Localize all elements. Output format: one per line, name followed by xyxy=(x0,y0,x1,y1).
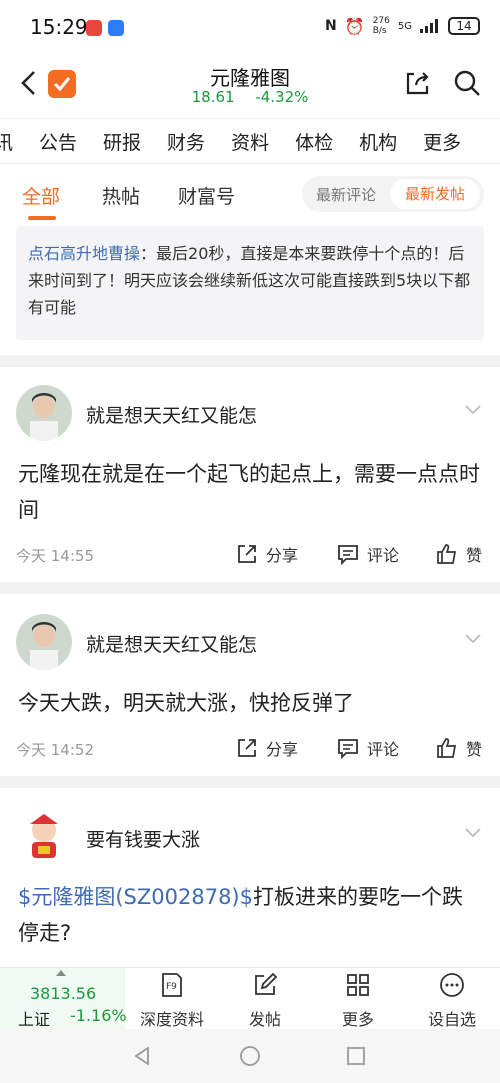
avatar[interactable] xyxy=(16,385,72,441)
system-nav-bar xyxy=(0,1029,500,1083)
nav-f10-data[interactable]: F9 深度资料 xyxy=(132,972,212,1030)
nfc-icon: N xyxy=(325,18,337,34)
app-notification-icon xyxy=(108,20,124,36)
comment-button[interactable]: 评论 xyxy=(337,736,399,760)
divider xyxy=(0,776,500,788)
nav-label: 深度资料 xyxy=(139,1010,204,1029)
tab-institutions[interactable]: 机构 xyxy=(359,128,397,155)
index-change: -1.16% xyxy=(70,1006,127,1025)
chevron-down-icon[interactable] xyxy=(464,404,482,416)
f9-badge: F9 xyxy=(166,982,177,992)
status-bar: 15:29 N ⏰ 276 B/s 5G 14 xyxy=(0,0,500,56)
comment-icon xyxy=(338,545,358,565)
battery-icon: 14 xyxy=(448,17,480,35)
tab-announcements[interactable]: 公告 xyxy=(39,128,77,155)
username[interactable]: 就是想天天红又能怎 xyxy=(86,401,257,428)
stock-change: -4.32% xyxy=(255,88,309,106)
index-ticker[interactable]: 3813.56 上证 -1.16% xyxy=(0,968,127,1030)
share-icon[interactable] xyxy=(402,68,432,98)
search-icon[interactable] xyxy=(452,68,482,98)
tab-checkup[interactable]: 体检 xyxy=(295,128,333,155)
username[interactable]: 就是想天天红又能怎 xyxy=(86,630,257,657)
recents-square-icon[interactable] xyxy=(346,1046,366,1066)
quoted-comment[interactable]: 点石高升地曹操：最后20秒，直接是本来要跌停十个点的！后来时间到了！明天应该会继… xyxy=(16,226,484,340)
nav-more[interactable]: 更多 xyxy=(318,972,398,1030)
nav-label: 更多 xyxy=(341,1010,374,1029)
sort-latest-comment[interactable]: 最新评论 xyxy=(316,184,376,205)
comment-label: 评论 xyxy=(367,740,400,759)
comment-icon xyxy=(338,739,358,759)
chevron-down-icon[interactable] xyxy=(464,827,482,839)
stock-price: 18.61 xyxy=(191,88,235,106)
nav-label: 设自选 xyxy=(427,1010,476,1029)
tab-profile[interactable]: 资料 xyxy=(231,128,269,155)
active-tab-indicator xyxy=(28,216,56,220)
network-label: 5G xyxy=(397,20,412,32)
post-content[interactable]: $元隆雅图(SZ002878)$打板进来的要吃一个跌停走? xyxy=(18,879,480,951)
like-button[interactable]: 赞 xyxy=(436,542,482,566)
sort-latest-post[interactable]: 最新发帖 xyxy=(390,179,480,209)
tab-more[interactable]: 更多 xyxy=(423,128,461,155)
tab-all[interactable]: 全部 xyxy=(22,182,60,209)
chevron-down-icon[interactable] xyxy=(464,633,482,645)
bottom-nav: 3813.56 上证 -1.16% F9 深度资料 发帖 更多 设自选 xyxy=(0,967,500,1030)
caret-up-icon xyxy=(56,970,66,976)
quoted-author[interactable]: 点石高升地曹操 xyxy=(28,244,140,263)
f9-document-icon: F9 xyxy=(162,973,182,997)
post-content[interactable]: 今天大跌，明天就大涨，快抢反弹了 xyxy=(18,685,480,721)
nav-post[interactable]: 发帖 xyxy=(225,972,305,1030)
index-name: 上证 xyxy=(18,1010,51,1029)
share-button[interactable]: 分享 xyxy=(236,542,298,566)
alarm-icon: ⏰ xyxy=(344,16,365,36)
stock-link[interactable]: $元隆雅图(SZ002878)$ xyxy=(18,885,253,909)
divider xyxy=(0,355,500,367)
nav-label: 发帖 xyxy=(248,1010,281,1029)
share-label: 分享 xyxy=(266,740,299,759)
tab-hot[interactable]: 热帖 xyxy=(102,182,140,209)
speed-unit: B/s xyxy=(372,26,387,36)
thumbs-up-icon xyxy=(437,544,457,564)
tab-research[interactable]: 研报 xyxy=(103,128,141,155)
edit-icon xyxy=(255,972,278,995)
status-time: 15:29 xyxy=(30,15,88,39)
sub-tabs: 全部 热帖 财富号 最新评论 最新发帖 xyxy=(0,174,500,224)
status-icons: N ⏰ 276 B/s 5G 14 xyxy=(325,16,480,36)
back-triangle-icon[interactable] xyxy=(132,1046,152,1066)
more-circle-icon xyxy=(440,973,464,997)
main-tabs: 讯 公告 研报 财务 资料 体检 机构 更多 xyxy=(0,118,500,164)
nav-add-watchlist[interactable]: 设自选 xyxy=(412,972,492,1030)
post-time: 今天 14:52 xyxy=(16,741,94,759)
signal-icon xyxy=(420,19,438,33)
share-icon xyxy=(238,739,256,757)
share-icon xyxy=(238,545,256,563)
tab-fortune[interactable]: 财富号 xyxy=(178,182,235,209)
post-time: 今天 14:55 xyxy=(16,547,94,565)
share-label: 分享 xyxy=(266,546,299,565)
comment-button[interactable]: 评论 xyxy=(337,542,399,566)
share-button[interactable]: 分享 xyxy=(236,736,298,760)
speed-value: 276 xyxy=(372,16,390,26)
avatar[interactable] xyxy=(16,808,72,864)
grid-icon xyxy=(347,974,369,996)
home-circle-icon[interactable] xyxy=(239,1045,261,1067)
divider xyxy=(0,582,500,594)
like-label: 赞 xyxy=(466,546,483,565)
tab-news[interactable]: 讯 xyxy=(0,128,13,155)
thumbs-up-icon xyxy=(437,738,457,758)
comment-label: 评论 xyxy=(367,546,400,565)
index-value: 3813.56 xyxy=(30,984,97,1003)
sort-toggle: 最新评论 最新发帖 xyxy=(302,176,484,212)
avatar[interactable] xyxy=(16,614,72,670)
username[interactable]: 要有钱要大涨 xyxy=(86,825,200,852)
notification-icon xyxy=(86,20,102,36)
like-button[interactable]: 赞 xyxy=(436,736,482,760)
like-label: 赞 xyxy=(466,740,483,759)
tab-finance[interactable]: 财务 xyxy=(167,128,205,155)
post-content[interactable]: 元隆现在就是在一个起飞的起点上，需要一点点时间 xyxy=(18,456,480,528)
